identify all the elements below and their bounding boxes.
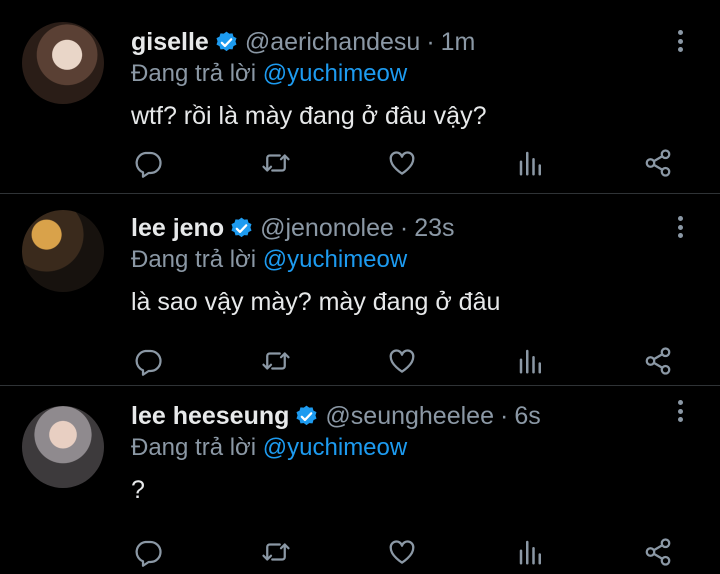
stats-button[interactable]: [513, 343, 549, 379]
reply-button[interactable]: [130, 343, 166, 379]
tweet[interactable]: lee jeno @jenonolee · 23s Đang trả lời @…: [0, 194, 720, 386]
tweet-actions: [0, 534, 720, 574]
tweet-text: ?: [131, 476, 145, 504]
reply-prefix: Đang trả lời: [131, 434, 257, 461]
display-name[interactable]: lee jeno: [131, 214, 224, 243]
heart-icon: [387, 148, 417, 178]
share-icon: [643, 537, 673, 567]
share-button[interactable]: [640, 343, 676, 379]
stats-button[interactable]: [513, 534, 549, 570]
more-vertical-icon[interactable]: [670, 212, 690, 242]
heart-icon: [387, 346, 417, 376]
verified-badge-icon: [229, 216, 254, 241]
tweet-content: lee jeno @jenonolee · 23s Đang trả lời @…: [131, 212, 660, 318]
share-button[interactable]: [640, 534, 676, 570]
share-button[interactable]: [640, 145, 676, 181]
comment-icon: [133, 346, 163, 376]
display-name[interactable]: lee heeseung: [131, 402, 289, 431]
retweet-icon: [261, 346, 291, 376]
reply-mention-link[interactable]: @yuchimeow: [263, 434, 407, 461]
tweet[interactable]: lee heeseung @seungheelee · 6s Đang trả …: [0, 386, 720, 574]
bar-chart-icon: [516, 148, 546, 178]
comment-icon: [133, 148, 163, 178]
share-icon: [643, 346, 673, 376]
tweet-actions: [0, 145, 720, 185]
tweet-content: lee heeseung @seungheelee · 6s Đang trả …: [131, 400, 660, 506]
retweet-icon: [261, 537, 291, 567]
retweet-button[interactable]: [258, 534, 294, 570]
reply-button[interactable]: [130, 534, 166, 570]
reply-mention-link[interactable]: @yuchimeow: [263, 246, 407, 273]
tweet-text: wtf? rồi là mày đang ở đâu vậy?: [131, 102, 487, 130]
bar-chart-icon: [516, 346, 546, 376]
timestamp[interactable]: 6s: [514, 402, 540, 431]
avatar[interactable]: [22, 406, 104, 488]
retweet-button[interactable]: [258, 343, 294, 379]
bar-chart-icon: [516, 537, 546, 567]
tweet-text: là sao vậy mày? mày đang ở đâu: [131, 288, 501, 316]
timestamp[interactable]: 23s: [414, 214, 454, 243]
stats-button[interactable]: [513, 145, 549, 181]
username[interactable]: @seungheelee: [325, 402, 494, 431]
tweet-actions: [0, 343, 720, 383]
retweet-button[interactable]: [258, 145, 294, 181]
retweet-icon: [261, 148, 291, 178]
like-button[interactable]: [384, 343, 420, 379]
reply-button[interactable]: [130, 145, 166, 181]
avatar[interactable]: [22, 210, 104, 292]
reply-prefix: Đang trả lời: [131, 246, 257, 273]
separator: ·: [426, 27, 435, 56]
comment-icon: [133, 537, 163, 567]
tweet-header: giselle @aerichandesu · 1m: [131, 26, 660, 58]
reply-context: Đang trả lời @yuchimeow: [131, 244, 660, 276]
tweet-content: giselle @aerichandesu · 1m Đang trả lời …: [131, 26, 660, 132]
display-name[interactable]: giselle: [131, 28, 209, 57]
more-vertical-icon[interactable]: [670, 26, 690, 56]
avatar[interactable]: [22, 22, 104, 104]
separator: ·: [399, 213, 409, 242]
more-vertical-icon[interactable]: [670, 396, 690, 426]
username[interactable]: @jenonolee: [260, 214, 394, 243]
reply-prefix: Đang trả lời: [131, 60, 257, 87]
like-button[interactable]: [384, 145, 420, 181]
reply-context: Đang trả lời @yuchimeow: [131, 58, 660, 90]
verified-badge-icon: [214, 30, 239, 55]
tweet-header: lee heeseung @seungheelee · 6s: [131, 400, 660, 432]
reply-context: Đang trả lời @yuchimeow: [131, 432, 660, 464]
reply-mention-link[interactable]: @yuchimeow: [263, 60, 407, 87]
like-button[interactable]: [384, 534, 420, 570]
separator: ·: [499, 401, 509, 430]
username[interactable]: @aerichandesu: [245, 28, 421, 57]
heart-icon: [387, 537, 417, 567]
verified-badge-icon: [294, 404, 319, 429]
timestamp[interactable]: 1m: [441, 28, 476, 57]
tweet-header: lee jeno @jenonolee · 23s: [131, 212, 660, 244]
tweet[interactable]: giselle @aerichandesu · 1m Đang trả lời …: [0, 0, 720, 194]
share-icon: [643, 148, 673, 178]
